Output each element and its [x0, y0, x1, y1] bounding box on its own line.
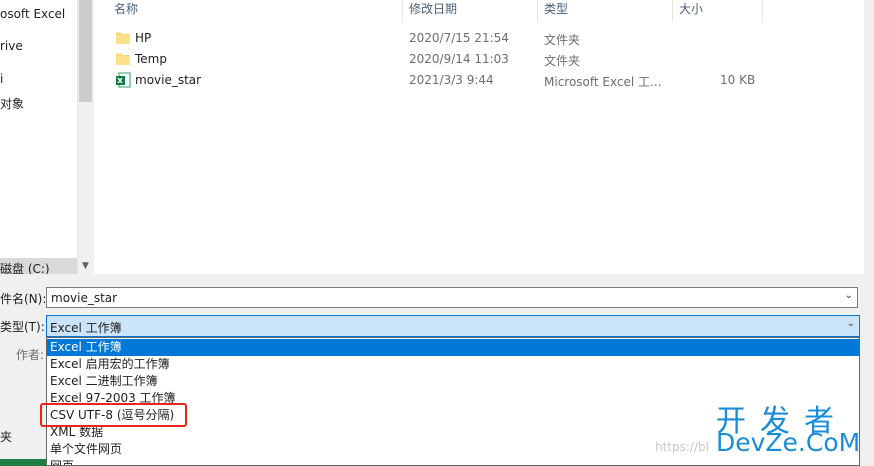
filetype-option[interactable]: Excel 二进制工作簿: [47, 373, 859, 390]
nav-item-onedrive[interactable]: rive: [0, 39, 23, 53]
excel-file-icon: [116, 72, 131, 88]
folder-toggle-label[interactable]: 夹: [0, 428, 12, 445]
file-row[interactable]: HP 2020/7/15 21:54 文件夹: [94, 28, 864, 49]
nav-item-3d-objects[interactable]: 对象: [0, 95, 24, 112]
nav-scrollbar-thumb[interactable]: [79, 0, 92, 102]
navigation-pane: osoft Excel rive i 对象: [0, 0, 77, 274]
file-name: movie_star: [135, 73, 202, 87]
dialog-bottom-strip: [0, 459, 46, 466]
column-header-size[interactable]: 大小: [679, 0, 703, 22]
column-header-date[interactable]: 修改日期: [409, 0, 457, 22]
column-divider[interactable]: [762, 0, 763, 22]
file-name: Temp: [135, 52, 167, 66]
filetype-value: Excel 工作簿: [50, 321, 122, 335]
column-header-type[interactable]: 类型: [544, 0, 568, 22]
chevron-down-icon[interactable]: ⌄: [845, 290, 853, 301]
author-label: 作者:: [16, 348, 45, 362]
watermark-english: DevZe.CoM: [716, 428, 861, 457]
file-type: 文件夹: [544, 33, 581, 47]
column-divider[interactable]: [672, 0, 673, 22]
nav-item-local-disk[interactable]: 磁盘 (C:): [0, 258, 77, 276]
filename-input[interactable]: movie_star ⌄: [46, 287, 858, 308]
file-name: HP: [135, 31, 152, 45]
filetype-option[interactable]: 网页: [47, 458, 859, 465]
file-type: Microsoft Excel 工...: [544, 75, 662, 89]
filetype-select[interactable]: Excel 工作簿 ⌄: [46, 315, 860, 337]
file-date: 2020/9/14 11:03: [409, 52, 509, 66]
file-size: 10 KB: [720, 73, 756, 87]
scroll-down-arrow-icon[interactable]: ▼: [77, 258, 94, 274]
file-date: 2020/7/15 21:54: [409, 31, 509, 45]
column-divider[interactable]: [402, 0, 403, 22]
file-row[interactable]: Temp 2020/9/14 11:03 文件夹: [94, 49, 864, 70]
file-list-scrollbar[interactable]: [864, 0, 874, 274]
csv-option-highlight-box: [40, 403, 187, 427]
file-date: 2021/3/3 9:44: [409, 73, 494, 87]
folder-icon: [116, 53, 130, 65]
filename-label: 件名(N):: [0, 292, 47, 306]
file-row[interactable]: movie_star 2021/3/3 9:44 Microsoft Excel…: [94, 70, 864, 91]
file-list: 名称 修改日期 类型 大小 HP 2020/7/15 21:54 文件夹 Tem…: [94, 0, 864, 274]
nav-item-excel[interactable]: osoft Excel: [0, 7, 65, 21]
column-header-name[interactable]: 名称: [114, 0, 138, 22]
filename-value: movie_star: [51, 291, 118, 305]
filetype-option[interactable]: Excel 工作簿: [47, 339, 859, 356]
chevron-down-icon[interactable]: ⌄: [847, 318, 855, 329]
column-divider[interactable]: [537, 0, 538, 22]
watermark-url: https://bl: [655, 440, 709, 454]
filetype-label: 类型(T):: [0, 320, 45, 334]
folder-icon: [116, 32, 130, 44]
filetype-option[interactable]: Excel 启用宏的工作簿: [47, 356, 859, 373]
nav-item-pc[interactable]: i: [0, 72, 3, 86]
file-type: 文件夹: [544, 54, 581, 68]
